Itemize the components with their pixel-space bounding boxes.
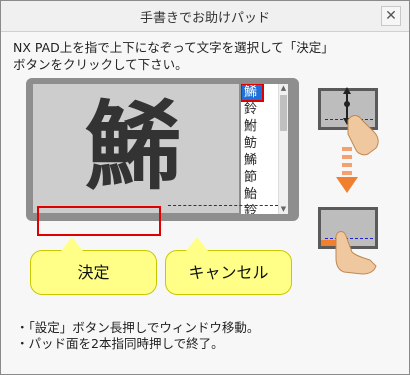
close-icon: ✕ [385,8,397,24]
cancel-zone-divider [168,205,278,206]
swipe-updown-icon [343,87,379,156]
candidate-item[interactable]: 節 [241,169,278,186]
down-arrow-icon [336,147,358,193]
instruction-line-1: NX PAD上を指で上下になぞって文字を選択して「決定」 [13,40,334,55]
tap-bottom-icon [335,231,377,275]
instructions: NX PAD上を指で上下になぞって文字を選択して「決定」 ボタンをクリックして下… [13,39,405,73]
scroll-down-icon[interactable]: ▼ [279,205,288,214]
scroll-thumb[interactable] [280,95,287,131]
candidate-scrollbar[interactable]: ▲ ▼ [278,84,288,214]
recognized-character: 鯑 [85,90,181,203]
decide-callout: 決定 [30,237,157,295]
candidate-item[interactable]: 鈴 [241,101,278,118]
note-line-1: ・「設定」ボタン長押しでウィンドウ移動。 [16,320,260,335]
decide-zone-highlight[interactable] [37,206,161,236]
note-line-2: ・パッド面を2本指同時押しで終了。 [16,336,224,351]
candidate-list[interactable]: 鯑 鈴 鮒 鲂 鯑 節 鮐 鈴 [241,84,278,214]
candidate-item[interactable]: 鯑 [241,152,278,169]
scroll-up-icon[interactable]: ▲ [279,84,288,93]
window-title: 手書きでお助けパッド [139,11,270,26]
candidate-item[interactable]: 鮒 [241,118,278,135]
candidate-item[interactable]: 鮐 [241,186,278,203]
callout-tail [186,237,208,251]
candidate-item[interactable]: 鯑 [241,84,264,102]
candidate-item[interactable]: 鲂 [241,135,278,152]
cancel-label: キャンセル [188,263,269,282]
cancel-callout: キャンセル [165,237,292,295]
close-button[interactable]: ✕ [381,6,401,26]
title-bar[interactable]: 手書きでお助けパッド ✕ [1,1,409,32]
instruction-line-2: ボタンをクリックして下さい。 [13,57,188,72]
decide-label: 決定 [77,263,110,282]
callout-tail [61,237,83,251]
notes: ・「設定」ボタン長押しでウィンドウ移動。 ・パッド面を2本指同時押しで終了。 [16,320,396,352]
